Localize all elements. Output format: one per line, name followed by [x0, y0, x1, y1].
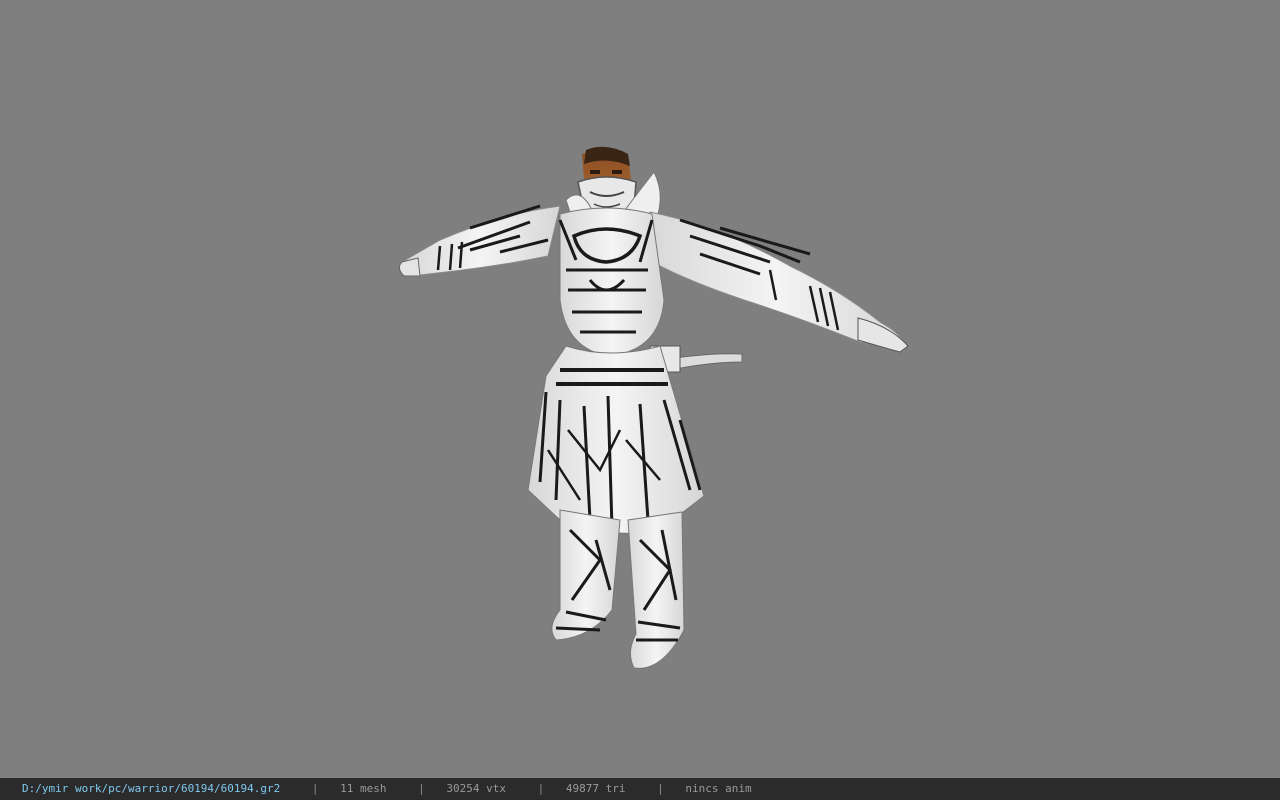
status-separator: |	[537, 782, 545, 795]
model-skirt	[527, 345, 705, 534]
triangle-count-label: 49877 tri	[565, 782, 626, 795]
status-separator: |	[657, 782, 664, 795]
model-left-arm	[398, 204, 561, 277]
model-right-arm	[649, 211, 909, 353]
mesh-count-label: 11 mesh	[340, 782, 387, 795]
vertex-count-label: 30254 vtx	[446, 782, 506, 795]
animation-status-label: nincs anim	[685, 782, 752, 795]
model-torso	[558, 207, 665, 357]
model-legs	[551, 509, 685, 669]
character-model	[398, 146, 909, 669]
3d-viewport[interactable]	[0, 0, 1280, 778]
status-bar: D:/ymir work/pc/warrior/60194/60194.gr2 …	[0, 778, 1280, 800]
status-separator: |	[311, 782, 319, 795]
status-separator: |	[418, 782, 425, 795]
file-path-label: D:/ymir work/pc/warrior/60194/60194.gr2	[22, 782, 281, 795]
